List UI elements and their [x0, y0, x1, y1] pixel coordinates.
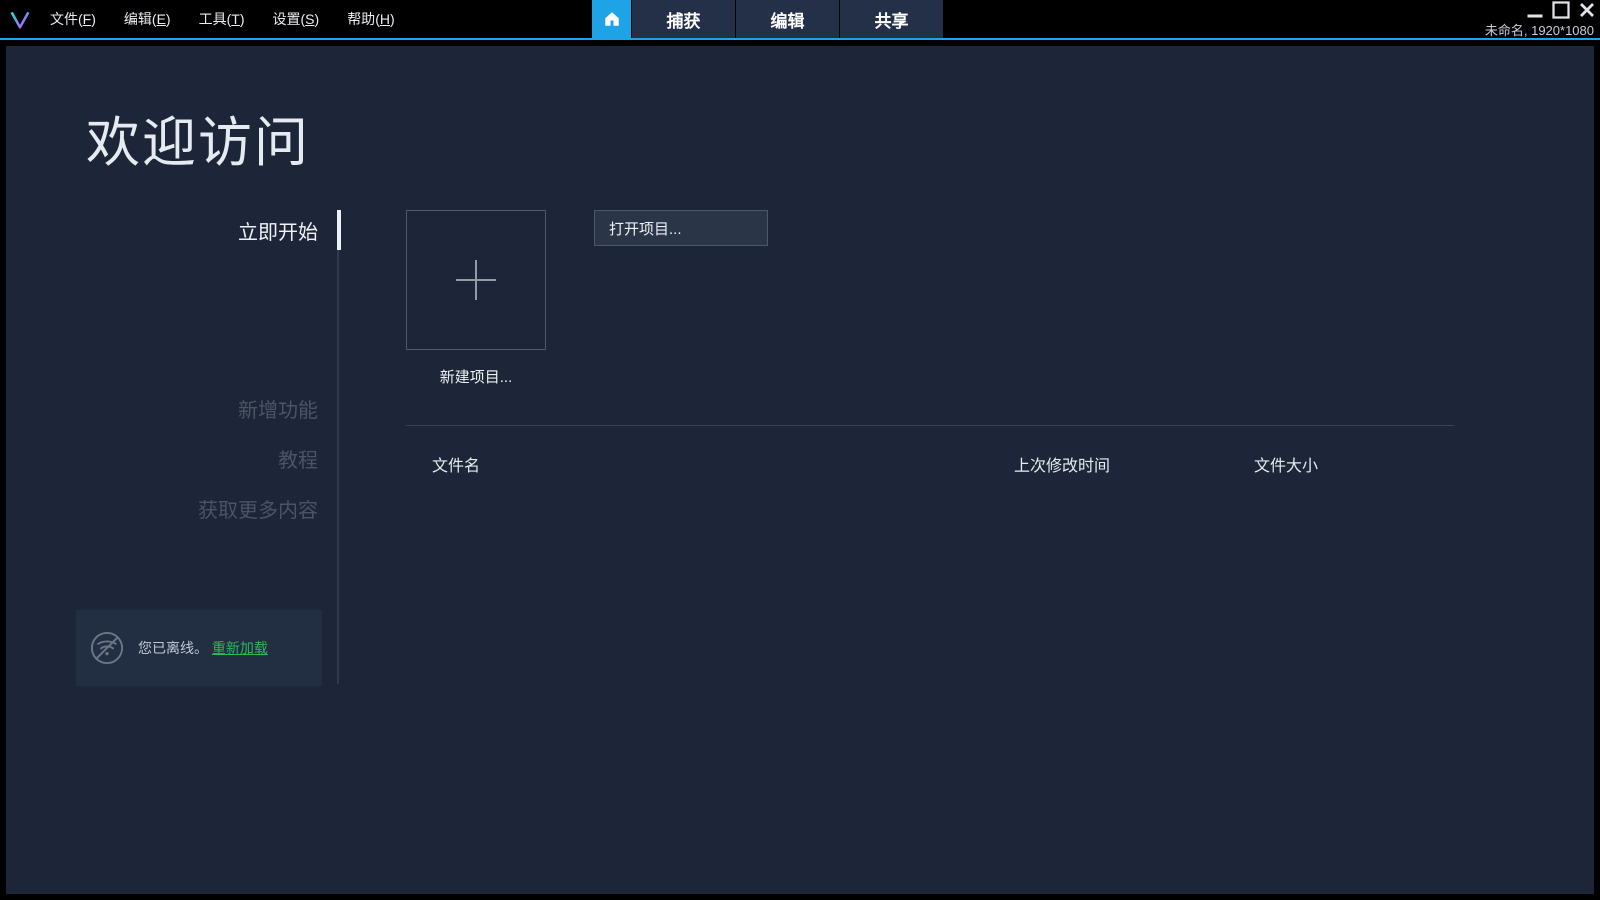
title-bar: 文件(F) 编辑(E) 工具(T) 设置(S) 帮助(H) 捕获 编辑 共享 未… — [0, 0, 1600, 40]
menu-settings[interactable]: 设置(S) — [263, 5, 330, 33]
menu-file[interactable]: 文件(F) — [40, 5, 106, 33]
col-filename[interactable]: 文件名 — [406, 452, 1014, 476]
mode-edit[interactable]: 编辑 — [736, 0, 840, 38]
menu-help[interactable]: 帮助(H) — [337, 5, 404, 33]
close-button[interactable] — [1578, 1, 1596, 19]
sidebar-item-tutorials[interactable]: 教程 — [76, 436, 346, 486]
sidebar-rail — [337, 210, 339, 684]
recent-table-header: 文件名 上次修改时间 文件大小 — [406, 452, 1454, 476]
col-modified[interactable]: 上次修改时间 — [1014, 452, 1254, 476]
sidebar-rail-indicator — [337, 210, 341, 250]
plus-icon — [448, 252, 504, 308]
new-project-tile[interactable]: 新建项目... — [406, 210, 546, 387]
window-controls — [1526, 1, 1596, 19]
menu-edit[interactable]: 编辑(E) — [114, 5, 181, 33]
app-logo-icon — [0, 9, 40, 29]
offline-icon — [90, 631, 124, 665]
home-icon — [603, 10, 621, 28]
sidebar-item-getmore[interactable]: 获取更多内容 — [76, 486, 346, 536]
mode-tabs: 捕获 编辑 共享 — [592, 0, 944, 38]
divider — [406, 425, 1454, 426]
mode-capture[interactable]: 捕获 — [632, 0, 736, 38]
offline-message: 您已离线。 — [138, 640, 208, 656]
sidebar-item-start[interactable]: 立即开始 — [76, 208, 346, 258]
mode-home[interactable] — [592, 0, 632, 38]
mode-share[interactable]: 共享 — [840, 0, 944, 38]
welcome-title: 欢迎访问 — [86, 98, 310, 177]
offline-banner: 您已离线。 重新加载 — [76, 610, 322, 686]
welcome-sidebar: 立即开始 新增功能 教程 获取更多内容 — [76, 208, 346, 536]
new-project-label: 新建项目... — [406, 366, 546, 387]
main-menu: 文件(F) 编辑(E) 工具(T) 设置(S) 帮助(H) — [40, 5, 405, 33]
col-size[interactable]: 文件大小 — [1254, 452, 1454, 476]
open-project-button[interactable]: 打开项目... — [594, 210, 768, 246]
document-status: 未命名, 1920*1080 — [1485, 20, 1594, 39]
sidebar-item-whatsnew[interactable]: 新增功能 — [76, 386, 346, 436]
offline-reload-link[interactable]: 重新加载 — [212, 640, 268, 656]
minimize-button[interactable] — [1526, 1, 1544, 19]
menu-tools[interactable]: 工具(T) — [189, 5, 255, 33]
start-panel: 新建项目... 打开项目... 文件名 上次修改时间 文件大小 — [406, 210, 1454, 476]
welcome-stage: 欢迎访问 立即开始 新增功能 教程 获取更多内容 新建项目... 打开项目...… — [6, 46, 1594, 894]
maximize-button[interactable] — [1552, 1, 1570, 19]
